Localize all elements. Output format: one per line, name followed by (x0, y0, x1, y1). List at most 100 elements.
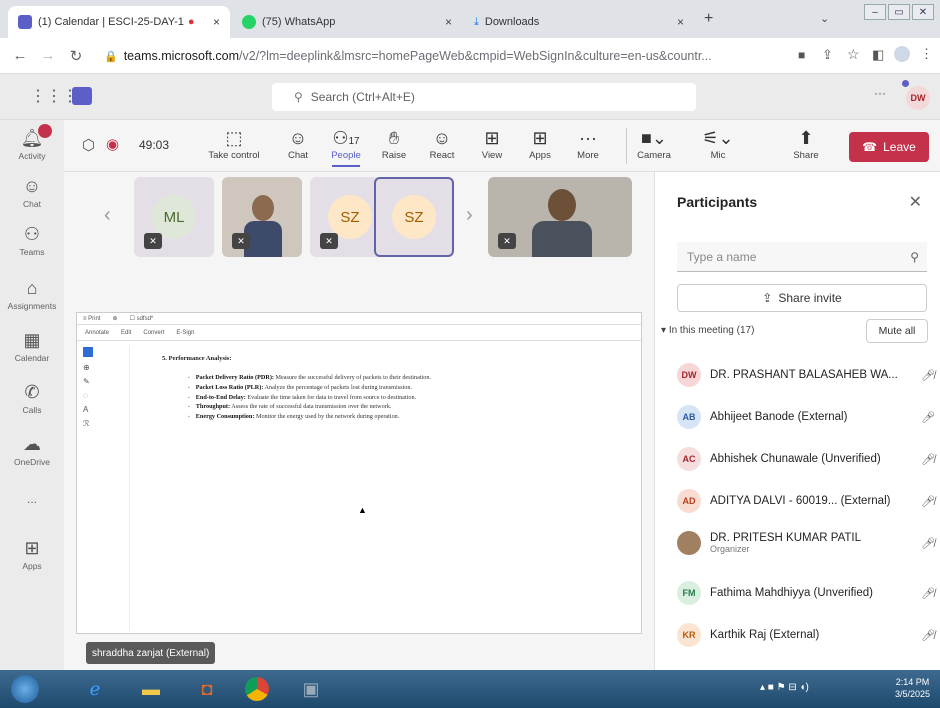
rail-chat[interactable]: ☺ Chat (0, 176, 64, 209)
chrome-taskbar-icon[interactable] (240, 674, 274, 704)
profile-icon[interactable] (894, 46, 910, 62)
participant-row[interactable]: DR. PRITESH KUMAR PATIL Organizer 🎤︎̸ (677, 523, 939, 563)
share-invite-button[interactable]: ⇪ Share invite (677, 284, 927, 312)
sidepanel-icon[interactable]: ◧ (872, 47, 884, 63)
rail-onedrive[interactable]: ☁ OneDrive (0, 434, 64, 467)
maximize-icon[interactable]: ▭ (888, 4, 910, 20)
more-options-icon[interactable]: ··· (874, 86, 886, 100)
user-avatar[interactable]: DW (906, 86, 930, 110)
react-button[interactable]: ☺ React (418, 128, 466, 161)
hangup-icon: ☎ (862, 140, 878, 154)
camera-button[interactable]: ■⌄ Camera (630, 128, 678, 161)
participant-tile[interactable]: ML ✕ (134, 177, 214, 257)
mute-all-button[interactable]: Mute all (866, 319, 928, 343)
new-tab-button[interactable]: + (704, 10, 713, 28)
mic-off-icon: ✕ (144, 233, 162, 249)
browser-menu-icon[interactable]: ⋮ (920, 46, 933, 62)
photos-taskbar-icon[interactable]: ▣ (294, 674, 328, 704)
mic-off-icon: ⚟⌄ (702, 128, 734, 148)
participant-video-tile[interactable]: ✕ (222, 177, 302, 257)
mic-off-icon: 🎤︎̸ (921, 629, 935, 642)
avatar: FM (677, 581, 701, 605)
participant-search-input[interactable]: Type a name ⚲ (677, 242, 927, 272)
shared-screen[interactable]: ≡ Print ⊕ ☐ sdfsd* Annotate Edit Convert E-Si… (76, 312, 642, 634)
cast-icon[interactable]: ■ (798, 48, 805, 62)
search-icon: ⚲ (294, 90, 303, 104)
in-meeting-section-toggle[interactable]: ▾ In this meeting (17) (661, 325, 754, 336)
participant-row[interactable]: FM Fathima Mahdhiyya (Unverified) 🎤︎̸ (677, 573, 939, 613)
comment-tool-icon: ⊕ (83, 363, 90, 372)
share-button[interactable]: ⬆ Share (782, 128, 830, 161)
tab-downloads[interactable]: ⤓ Downloads × (464, 6, 694, 38)
rail-apps[interactable]: ⊞ Apps (0, 538, 64, 571)
teams-icon: ⚇ (23, 224, 41, 244)
search-icon: ⚲ (910, 249, 919, 264)
rail-calls[interactable]: ✆ Calls (0, 382, 64, 415)
share-icon: ⇪ (762, 291, 773, 305)
shared-menu-bar: Annotate Edit Convert E-Sign (77, 325, 641, 341)
participant-row[interactable]: KR Karthik Raj (External) 🎤︎̸ (677, 615, 939, 655)
rail-teams[interactable]: ⚇ Teams (0, 224, 64, 257)
participant-row[interactable]: AC Abhishek Chunawale (Unverified) 🎤︎̸ (677, 439, 939, 479)
scroll-right-icon[interactable]: › (466, 204, 473, 227)
close-tab-icon[interactable]: × (207, 15, 220, 29)
bullet-list: Packet Delivery Ratio (PDR): Measure the… (188, 374, 431, 423)
share-page-icon[interactable]: ⇪ (822, 47, 833, 63)
meeting-toolbar: ⬡ ◉ 49:03 ⬚ Take control ☺ Chat ⚇17 People … (64, 120, 940, 172)
more-button[interactable]: ··· More (564, 128, 612, 161)
scroll-left-icon[interactable]: ‹ (104, 204, 111, 227)
notification-dot (902, 80, 909, 87)
sign-tool-icon: ℛ (83, 419, 90, 428)
presenter-video-tile[interactable]: ✕ (488, 177, 632, 257)
close-tab-icon[interactable]: × (671, 15, 684, 29)
activity-badge (38, 124, 52, 138)
view-button[interactable]: ⊞ View (468, 128, 516, 161)
chat-icon: ☺ (22, 176, 42, 196)
participant-name: Abhishek Chunawale (Unverified) (710, 453, 881, 465)
people-button[interactable]: ⚇17 People (322, 128, 370, 167)
rail-activity[interactable]: 🔔︎ Activity (0, 124, 64, 161)
rail-calendar[interactable]: ▦ Calendar (0, 330, 64, 363)
chat-button[interactable]: ☺ Chat (274, 128, 322, 161)
mic-button[interactable]: ⚟⌄ Mic (694, 128, 742, 161)
list-item: Throughput: Assess the rate of successfu… (188, 403, 431, 413)
take-control-button[interactable]: ⬚ Take control (204, 128, 264, 161)
close-window-icon[interactable]: ✕ (912, 4, 934, 20)
raise-hand-button[interactable]: ✋︎ Raise (370, 128, 418, 161)
reload-icon[interactable]: ↻ (62, 47, 90, 65)
participant-row[interactable]: AD ADITYA DALVI - 60019... (External) 🎤︎… (677, 481, 939, 521)
participant-name: ADITYA DALVI - 60019... (External) (710, 495, 891, 507)
start-button[interactable] (8, 674, 42, 704)
shared-browser-bar: ≡ Print ⊕ ☐ sdfsd* (77, 313, 641, 325)
forward-icon[interactable]: → (34, 47, 62, 64)
search-input[interactable]: ⚲ Search (Ctrl+Alt+E) (272, 83, 696, 111)
tab-search-icon[interactable]: ⌄ (820, 12, 829, 25)
ellipsis-icon: ··· (579, 128, 597, 148)
people-icon: ⚇17 (332, 128, 360, 148)
participant-tile-active[interactable]: SZ (374, 177, 454, 257)
back-icon[interactable]: ← (6, 47, 34, 64)
app-launcher-icon[interactable]: ⋮⋮⋮ (30, 86, 78, 106)
leave-button[interactable]: ☎ Leave (849, 132, 929, 162)
tab-whatsapp[interactable]: (75) WhatsApp × (232, 6, 462, 38)
participant-row[interactable]: DW DR. PRASHANT BALASAHEB WA... 🎤︎̸ (677, 355, 939, 395)
browser-tab-strip: (1) Calendar | ESCI-25-DAY-1 ● × (75) Wh… (0, 0, 940, 38)
system-clock[interactable]: 2:14 PM 3/5/2025 (895, 676, 930, 700)
bookmark-star-icon[interactable]: ☆ (847, 46, 860, 63)
rail-more[interactable]: ... (0, 492, 64, 506)
mic-off-icon: ✕ (498, 233, 516, 249)
close-panel-icon[interactable]: ✕ (909, 192, 922, 212)
participant-row[interactable]: AB Abhijeet Banode (External) 🎤︎ (677, 397, 939, 437)
address-bar[interactable]: 🔒 teams.microsoft.com /v2/?lm=deeplink&l… (104, 44, 794, 68)
explorer-taskbar-icon[interactable]: ▬ (134, 674, 168, 704)
minimize-icon[interactable]: – (864, 4, 886, 20)
close-tab-icon[interactable]: × (439, 15, 452, 29)
rail-assignments[interactable]: ⌂ Assignments (0, 278, 64, 311)
ie-taskbar-icon[interactable]: ℯ (78, 674, 112, 704)
participants-panel: Participants ✕ Type a name ⚲ ⇪ Share inv… (654, 172, 940, 670)
tab-calendar[interactable]: (1) Calendar | ESCI-25-DAY-1 ● × (8, 6, 230, 38)
tray-icons[interactable]: ▴ ■ ⚑ ⊟ ◖) (760, 682, 809, 693)
office-taskbar-icon[interactable]: ◘ (190, 674, 224, 704)
apps-button[interactable]: ⊞ Apps (516, 128, 564, 161)
participant-name: Karthik Raj (External) (710, 629, 820, 641)
